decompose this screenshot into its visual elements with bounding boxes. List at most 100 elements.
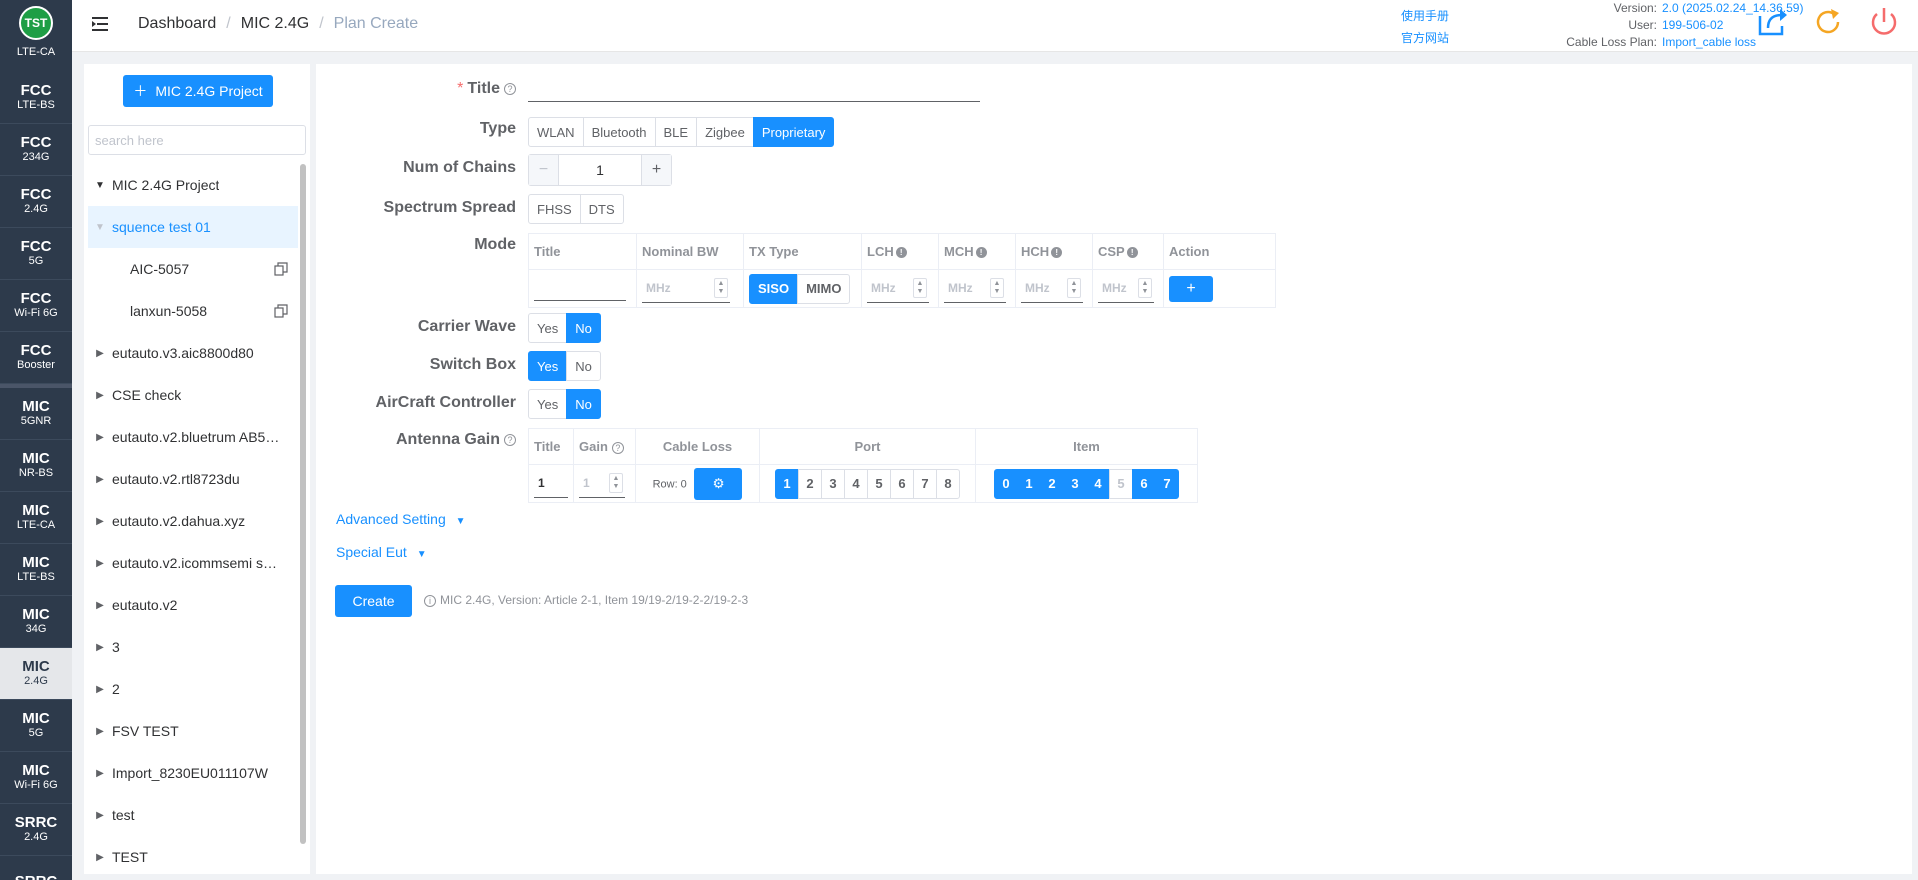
port-6[interactable]: 6 [890,468,914,499]
caret-right-icon[interactable]: ▶ [88,768,112,779]
breadcrumb-dashboard[interactable]: Dashboard [138,15,216,33]
csp-input[interactable]: MHz ▲ ▼ [1098,275,1154,303]
lch-input[interactable]: MHz ▲ ▼ [867,275,929,303]
title-input[interactable] [528,72,980,102]
caret-right-icon[interactable]: ▶ [88,432,112,443]
caret-down-icon[interactable]: ▼ [88,180,112,191]
spread-option-dts[interactable]: DTS [579,194,624,224]
refresh-icon[interactable] [1810,4,1846,40]
nav-item-fcc-234g[interactable]: FCC 234G [0,124,72,176]
tree-node[interactable]: ▶ Import_8230EU011107W [88,752,298,794]
tx-option-mimo[interactable]: MIMO [797,273,851,304]
add-mode-button[interactable]: + [1169,275,1213,302]
antenna-title-input[interactable]: 1 [534,470,568,498]
chains-value[interactable]: 1 [559,155,641,185]
mode-title-input[interactable] [534,273,626,301]
nav-item-fcc-2-4g[interactable]: FCC 2.4G [0,176,72,228]
nav-item-mic-5gnr[interactable]: MIC 5GNR [0,388,72,440]
caret-right-icon[interactable]: ▶ [88,684,112,695]
caret-right-icon[interactable]: ▶ [88,474,112,485]
item-0[interactable]: 0 [994,468,1018,499]
switch-option-yes[interactable]: Yes [528,351,568,381]
menu-toggle-icon[interactable] [90,14,110,34]
breadcrumb-section[interactable]: MIC 2.4G [241,15,309,33]
project-search-input[interactable] [88,125,306,155]
nav-item-fcc-lte-bs[interactable]: FCC LTE-BS [0,72,72,124]
port-5[interactable]: 5 [867,468,891,499]
nav-item-fcc-5g[interactable]: FCC 5G [0,228,72,280]
chains-increase-button[interactable]: + [641,155,671,185]
spread-option-fhss[interactable]: FHSS [528,194,581,224]
cable-loss-settings-button[interactable]: ⚙ [694,467,743,500]
tree-node[interactable]: ▶ eutauto.v3.aic8800d80 [88,332,298,374]
advanced-setting-toggle[interactable]: Advanced Setting ▼ [336,511,466,527]
aircraft-option-no[interactable]: No [566,389,601,419]
hch-input[interactable]: MHz ▲ ▼ [1021,275,1083,303]
port-2[interactable]: 2 [798,468,822,499]
item-7[interactable]: 7 [1155,468,1179,499]
type-option-wlan[interactable]: WLAN [528,117,584,147]
nav-item-mic-lte-bs[interactable]: MIC LTE-BS [0,544,72,596]
chains-decrease-button[interactable]: − [529,155,559,185]
type-option-bluetooth[interactable]: Bluetooth [582,117,656,147]
export-icon[interactable] [1754,4,1790,40]
tree-node[interactable]: ▶ 3 [88,626,298,668]
caret-right-icon[interactable]: ▶ [88,600,112,611]
nav-item-srrc-[interactable]: SRRC [0,856,72,880]
mch-input[interactable]: MHz ▲ ▼ [944,275,1006,303]
antenna-gain-input[interactable]: 1 ▲ ▼ [579,470,625,498]
port-4[interactable]: 4 [844,468,868,499]
item-1[interactable]: 1 [1017,468,1041,499]
type-option-proprietary[interactable]: Proprietary [752,117,835,147]
tree-node[interactable]: ▼ squence test 01 [88,206,298,248]
nav-item-mic-2-4g[interactable]: MIC 2.4G [0,648,72,700]
nav-item-mic-wi-fi-6g[interactable]: MIC Wi-Fi 6G [0,752,72,804]
copy-icon[interactable] [274,262,288,276]
tx-option-siso[interactable]: SISO [749,273,799,304]
carrier-option-no[interactable]: No [566,313,601,343]
special-eut-toggle[interactable]: Special Eut ▼ [336,544,427,560]
power-icon[interactable] [1866,4,1902,40]
caret-right-icon[interactable]: ▶ [88,810,112,821]
tree-node[interactable]: ▶ FSV TEST [88,710,298,752]
nav-item-mic-lte-ca[interactable]: MIC LTE-CA [0,492,72,544]
caret-right-icon[interactable]: ▶ [88,348,112,359]
nav-item-fcc-booster[interactable]: FCC Booster [0,332,72,384]
type-option-zigbee[interactable]: Zigbee [696,117,754,147]
port-8[interactable]: 8 [936,468,960,499]
copy-icon[interactable] [274,304,288,318]
port-1[interactable]: 1 [775,468,799,499]
item-5[interactable]: 5 [1109,468,1133,499]
item-4[interactable]: 4 [1086,468,1110,499]
carrier-option-yes[interactable]: Yes [528,313,568,343]
sidebar-scrollbar[interactable] [300,164,306,844]
nav-item-srrc-2-4g[interactable]: SRRC 2.4G [0,804,72,856]
tree-node[interactable]: ▼ MIC 2.4G Project [88,164,298,206]
switch-option-no[interactable]: No [566,351,601,381]
caret-down-icon[interactable]: ▼ [88,222,112,233]
type-option-ble[interactable]: BLE [654,117,698,147]
tree-node[interactable]: ▶ eutauto.v2.rtl8723du [88,458,298,500]
website-link[interactable]: 官方网站 [1401,27,1449,49]
tree-node[interactable]: AIC-5057 [88,248,298,290]
tree-node[interactable]: ▶ TEST [88,836,298,874]
nav-item-fcc-wi-fi-6g[interactable]: FCC Wi-Fi 6G [0,280,72,332]
item-6[interactable]: 6 [1132,468,1156,499]
port-7[interactable]: 7 [913,468,937,499]
tree-node[interactable]: ▶eutauto.v2.icommsemi ssv6x5x [88,542,298,584]
tree-node[interactable]: ▶ eutauto.v2.dahua.xyz [88,500,298,542]
create-button[interactable]: Create [335,585,412,617]
chains-stepper[interactable]: − 1 + [528,154,672,186]
item-3[interactable]: 3 [1063,468,1087,499]
add-project-button[interactable]: ＋ MIC 2.4G Project [123,75,273,107]
tree-node[interactable]: ▶ eutauto.v2 [88,584,298,626]
port-3[interactable]: 3 [821,468,845,499]
caret-right-icon[interactable]: ▶ [88,852,112,863]
caret-right-icon[interactable]: ▶ [88,558,112,569]
caret-right-icon[interactable]: ▶ [88,516,112,527]
caret-right-icon[interactable]: ▶ [88,642,112,653]
aircraft-option-yes[interactable]: Yes [528,389,568,419]
caret-right-icon[interactable]: ▶ [88,390,112,401]
tree-node[interactable]: ▶ test [88,794,298,836]
item-2[interactable]: 2 [1040,468,1064,499]
